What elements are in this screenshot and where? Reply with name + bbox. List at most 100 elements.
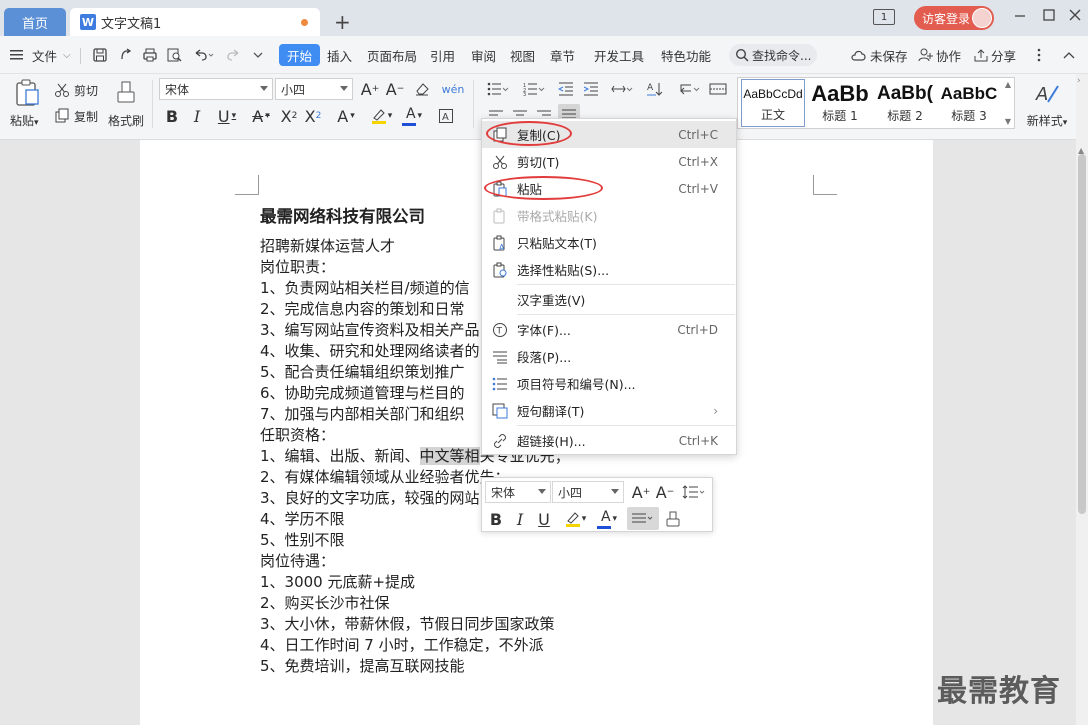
style-heading-2[interactable]: AaBb( 标题 2 <box>873 79 937 127</box>
document-heading[interactable]: 最需网络科技有限公司 <box>260 206 425 227</box>
mini-highlight-icon[interactable]: ▾ <box>560 508 590 530</box>
menu-item-hyperlink[interactable]: 超链接(H)... Ctrl+K <box>482 427 736 454</box>
mini-font-color-icon[interactable]: A ▾ <box>595 508 623 530</box>
redo-icon[interactable] <box>226 44 242 66</box>
tab-chapter[interactable]: 章节 <box>550 44 575 66</box>
document-line[interactable]: 4、收集、研究和处理网络读者的 <box>260 341 480 362</box>
mini-italic-icon[interactable]: I <box>511 508 529 530</box>
tab-home-ribbon[interactable]: 开始 <box>279 44 321 66</box>
document-line[interactable]: 1、负责网站相关栏目/频道的信 <box>260 278 470 299</box>
format-painter-button[interactable]: 格式刷 <box>106 78 146 128</box>
style-heading-1[interactable]: AaBb 标题 1 <box>808 79 872 127</box>
bold-icon[interactable]: B <box>163 105 181 127</box>
close-icon[interactable] <box>1068 8 1082 22</box>
tab-page-layout[interactable]: 页面布局 <box>367 44 417 66</box>
document-line[interactable]: 5、配合责任编辑组织策划推广 <box>260 362 465 383</box>
tab-review[interactable]: 审阅 <box>471 44 496 66</box>
document-line[interactable]: 4、日工作时间 7 小时，工作稳定，不外派 <box>260 635 544 656</box>
mini-increase-font-icon[interactable]: A + <box>631 482 651 502</box>
document-line[interactable]: 岗位待遇： <box>260 551 335 572</box>
copy-button[interactable]: 复制 <box>54 106 98 126</box>
subscript-icon[interactable]: X2 <box>303 105 323 127</box>
tab-special-features[interactable]: 特色功能 <box>661 44 711 66</box>
document-line[interactable]: 2、有媒体编辑领域从业经验者优先； <box>260 467 510 488</box>
mini-format-painter-icon[interactable] <box>663 508 683 530</box>
mini-decrease-font-icon[interactable]: A − <box>655 482 675 502</box>
font-name-select[interactable]: 宋体 <box>159 78 273 100</box>
scroll-right-arrow-icon[interactable]: › <box>1077 76 1081 86</box>
mini-font-size-select[interactable]: 小四 <box>552 481 624 503</box>
document-line[interactable]: 岗位职责： <box>260 257 335 278</box>
tab-developer[interactable]: 开发工具 <box>594 44 644 66</box>
underline-icon[interactable]: U ▾ <box>212 105 242 127</box>
selected-text[interactable]: 中文等相 <box>419 447 480 465</box>
document-line[interactable]: 5、免费培训，提高互联网技能 <box>260 656 465 677</box>
menu-item-font[interactable]: T 字体(F)... Ctrl+D <box>482 316 736 343</box>
tab-references[interactable]: 引用 <box>430 44 455 66</box>
style-heading-3[interactable]: AaBbC 标题 3 <box>937 79 1001 127</box>
document-line[interactable]: 4、学历不限 <box>260 509 345 530</box>
show-marks-icon[interactable] <box>675 79 703 99</box>
document-line[interactable]: 5、性别不限 <box>260 530 345 551</box>
menu-item-bullets-numbering[interactable]: 项目符号和编号(N)... <box>482 370 736 397</box>
tab-insert[interactable]: 插入 <box>327 44 352 66</box>
hamburger-menu-icon[interactable] <box>10 44 24 66</box>
menu-item-paragraph[interactable]: 段落(P)... <box>482 343 736 370</box>
mini-underline-icon[interactable]: U <box>535 508 553 530</box>
tab-view[interactable]: 视图 <box>510 44 535 66</box>
phonetic-guide-icon[interactable]: wén <box>440 79 466 99</box>
document-line[interactable]: 3、编写网站宣传资料及相关产品 <box>260 320 480 341</box>
style-gallery-scroll[interactable]: ▲ ▼ <box>1002 80 1014 126</box>
save-icon[interactable] <box>92 44 108 66</box>
quick-access-more-icon[interactable] <box>252 44 264 66</box>
font-size-select[interactable]: 小四 <box>275 78 353 100</box>
text-effect-icon[interactable]: A ▾ <box>332 105 360 127</box>
highlight-icon[interactable]: ▾ <box>366 105 396 127</box>
decrease-indent-icon[interactable] <box>556 79 576 99</box>
numbered-list-icon[interactable]: 123 <box>520 79 548 99</box>
document-line[interactable]: 2、购买长沙市社保 <box>260 593 390 614</box>
print-icon[interactable] <box>142 44 158 66</box>
document-line[interactable]: 3、大小休，带薪休假，节假日同步国家政策 <box>260 614 555 635</box>
tab-home[interactable]: 首页 <box>4 8 66 36</box>
collaborate-button[interactable]: 协作 <box>918 44 961 66</box>
font-color-icon[interactable]: A ▾ <box>400 105 428 127</box>
menu-item-reselect-hanzi[interactable]: 汉字重选(V) <box>482 286 736 313</box>
search-command-box[interactable]: 查找命令... <box>729 44 817 66</box>
print-preview-icon[interactable] <box>166 44 182 66</box>
document-line[interactable]: 2、完成信息内容的策划和日常 <box>260 299 465 320</box>
strikethrough-icon[interactable]: A ▾ <box>246 105 276 127</box>
new-tab-button[interactable]: + <box>334 10 351 34</box>
document-line[interactable]: 任职资格： <box>260 425 335 446</box>
new-style-button[interactable]: A 新样式▾ <box>1022 78 1072 128</box>
bullet-list-icon[interactable] <box>484 79 512 99</box>
menu-item-cut[interactable]: 剪切(T) Ctrl+X <box>482 148 736 175</box>
cut-button[interactable]: 剪切 <box>54 80 98 100</box>
document-line[interactable]: 6、协助完成频道管理与栏目的 <box>260 383 465 404</box>
menu-file[interactable]: 文件 ⌵ <box>32 44 71 66</box>
clear-format-icon[interactable] <box>412 79 432 99</box>
style-normal[interactable]: AaBbCcDd 正文 <box>741 79 805 127</box>
sort-icon[interactable]: A <box>645 79 665 99</box>
more-options-icon[interactable] <box>1036 44 1042 66</box>
paste-button[interactable]: 粘贴▾ <box>10 78 46 128</box>
increase-indent-icon[interactable] <box>581 79 601 99</box>
cloud-unsaved-button[interactable]: 未保存 <box>850 44 908 66</box>
table-icon[interactable] <box>708 79 728 99</box>
mini-line-spacing-icon[interactable] <box>680 482 708 502</box>
text-direction-icon[interactable] <box>608 79 636 99</box>
menu-item-paste-text-only[interactable]: A 只粘贴文本(T) <box>482 229 736 256</box>
vertical-scrollbar[interactable]: › ▲ <box>1076 74 1088 725</box>
document-line[interactable]: 7、加强与内部相关部门和组织 <box>260 404 465 425</box>
character-border-icon[interactable]: A <box>436 105 456 127</box>
mini-font-name-select[interactable]: 宋体 <box>485 481 551 503</box>
document-line[interactable]: 1、3000 元底薪+提成 <box>260 572 415 593</box>
collapse-ribbon-icon[interactable] <box>1062 44 1076 66</box>
increase-font-icon[interactable]: A + <box>360 79 380 99</box>
share-button[interactable]: 分享 <box>973 44 1016 66</box>
mini-bold-icon[interactable]: B <box>487 508 505 530</box>
superscript-icon[interactable]: X2 <box>279 105 299 127</box>
minimize-icon[interactable] <box>1013 8 1027 22</box>
mini-align-icon[interactable] <box>627 507 659 530</box>
menu-item-translate[interactable]: 短句翻译(T) › <box>482 397 736 424</box>
